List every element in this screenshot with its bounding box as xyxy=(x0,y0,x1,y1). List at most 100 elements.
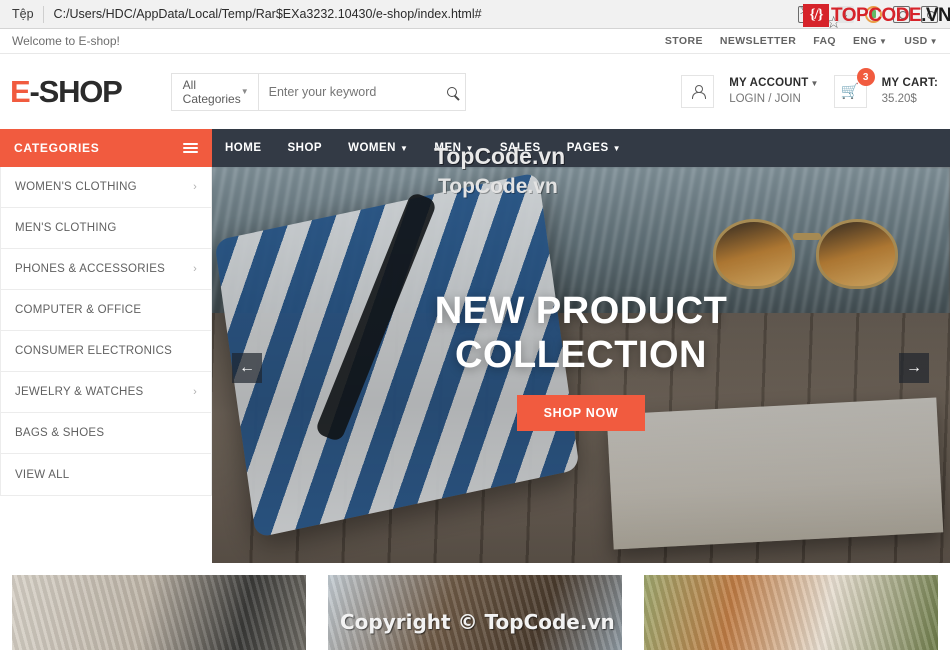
sidebar-item-label: COMPUTER & OFFICE xyxy=(15,304,142,316)
product-tile-leather-bag[interactable] xyxy=(644,575,938,650)
shop-now-button[interactable]: SHOP NOW xyxy=(516,395,646,431)
slider-next-arrow[interactable]: → xyxy=(899,353,929,383)
nav-item-pages[interactable]: PAGES ▼ xyxy=(567,142,621,154)
welcome-message: Welcome to E-shop! xyxy=(12,34,120,48)
topbar-link-newsletter-label: NEWSLETTER xyxy=(719,35,797,47)
topcode-mark-icon: {/} xyxy=(803,4,829,27)
hero-caption: NEW PRODUCT COLLECTION SHOP NOW xyxy=(212,289,950,431)
cart-count-badge: 3 xyxy=(856,68,875,86)
sidebar-item-view-all[interactable]: VIEW ALL xyxy=(1,454,211,495)
nav-item-label: PAGES xyxy=(566,142,609,154)
search-input[interactable] xyxy=(258,73,440,110)
sidebar-item-label: WOMEN'S CLOTHING xyxy=(15,181,137,193)
browser-toolbar: Tệp C:/Users/HDC/AppData/Local/Temp/Rar$… xyxy=(0,0,950,29)
sidebar-item-label: BAGS & SHOES xyxy=(15,427,105,439)
search-button[interactable] xyxy=(440,74,465,110)
hero-title-line2: COLLECTION xyxy=(455,334,707,376)
categories-header[interactable]: CATEGORIES xyxy=(0,129,212,167)
hamburger-menu-icon[interactable] xyxy=(183,140,198,156)
sidebar-item-computer-office[interactable]: COMPUTER & OFFICE xyxy=(1,290,211,331)
search-category-label: All Categories xyxy=(182,77,241,106)
header-actions: MY ACCOUNT ▼ LOGIN / JOIN 🛒 3 MY CART: 35… xyxy=(681,68,938,108)
currency-label: USD xyxy=(904,35,928,47)
user-icon xyxy=(691,85,706,99)
sidebar-item-jewelry-watches[interactable]: JEWELRY & WATCHES › xyxy=(1,372,211,413)
utility-topbar: Welcome to E-shop! STORE NEWSLETTER FAQ … xyxy=(0,29,950,54)
categories-sidebar: CATEGORIES WOMEN'S CLOTHING › MEN'S CLOTH… xyxy=(0,129,212,563)
logo-text-rest: -SHOP xyxy=(29,73,122,109)
topbar-links: STORE NEWSLETTER FAQ ENG ▼ USD ▼ xyxy=(665,35,938,47)
site-logo[interactable]: E-SHOP xyxy=(10,73,123,110)
chevron-right-icon: › xyxy=(193,181,197,193)
nav-item-label: HOME xyxy=(225,142,262,154)
content-column: HOME SHOP WOMEN ▼ MEN ▼ SALES PAGES ▼ NEW P… xyxy=(212,129,950,563)
cart-total: 35.20$ xyxy=(881,92,917,105)
sidebar-item-womens-clothing[interactable]: WOMEN'S CLOTHING › xyxy=(1,167,211,208)
nav-item-label: SALES xyxy=(499,142,541,154)
account-title-label: MY ACCOUNT xyxy=(729,76,809,89)
categories-list: WOMEN'S CLOTHING › MEN'S CLOTHING PHONES … xyxy=(0,167,212,496)
nav-item-shop[interactable]: SHOP xyxy=(288,142,323,154)
chevron-down-icon: ▼ xyxy=(465,143,474,153)
sidebar-item-label: VIEW ALL xyxy=(15,468,70,481)
account-title: MY ACCOUNT ▼ xyxy=(729,76,818,92)
topbar-link-faq[interactable]: FAQ xyxy=(813,35,836,47)
nav-item-home[interactable]: HOME xyxy=(225,142,262,154)
product-image xyxy=(644,575,938,650)
sidebar-item-label: JEWELRY & WATCHES xyxy=(15,386,144,398)
chevron-right-icon: › xyxy=(193,263,197,275)
topcode-watermark-logo: {/} TOPCODE.VN xyxy=(803,4,950,27)
cart-title: MY CART: xyxy=(881,76,938,89)
currency-selector[interactable]: USD ▼ xyxy=(904,35,938,47)
product-tile-denim-outfit[interactable] xyxy=(328,575,622,650)
slider-prev-arrow[interactable]: ← xyxy=(232,353,262,383)
sidebar-item-label: PHONES & ACCESSORIES xyxy=(15,263,166,275)
topbar-link-newsletter[interactable]: NEWSLETTER xyxy=(720,35,796,47)
chevron-down-icon: ▼ xyxy=(240,87,249,96)
cart-icon-button[interactable]: 🛒 3 xyxy=(833,68,875,108)
toolbar-divider xyxy=(42,5,44,23)
account-icon-button[interactable] xyxy=(681,75,715,108)
chevron-down-icon: ▼ xyxy=(810,78,819,88)
sidebar-item-label: CONSUMER ELECTRONICS xyxy=(15,345,173,357)
sidebar-item-bags-shoes[interactable]: BAGS & SHOES xyxy=(1,413,211,454)
product-tile-row xyxy=(0,563,950,650)
chevron-down-icon: ▼ xyxy=(929,37,938,46)
topcode-wordmark: TOPCODE.VN xyxy=(829,4,950,27)
chevron-down-icon: ▼ xyxy=(612,143,622,153)
topcode-word-red: TOPCODE xyxy=(831,5,922,26)
product-tile-knit-sweater[interactable] xyxy=(12,575,306,650)
account-block[interactable]: MY ACCOUNT ▼ LOGIN / JOIN xyxy=(729,76,818,107)
nav-item-men[interactable]: MEN ▼ xyxy=(434,142,473,154)
topbar-link-store[interactable]: STORE xyxy=(665,35,703,47)
nav-item-sales[interactable]: SALES xyxy=(500,142,541,154)
sidebar-item-phones-accessories[interactable]: PHONES & ACCESSORIES › xyxy=(1,249,211,290)
chevron-right-icon: › xyxy=(193,386,197,398)
address-bar[interactable]: C:/Users/HDC/AppData/Local/Temp/Rar$EXa3… xyxy=(54,7,798,21)
topbar-link-faq-label: FAQ xyxy=(813,35,836,47)
nav-item-label: WOMEN xyxy=(348,142,396,154)
search-bar: All Categories ▼ xyxy=(170,72,466,111)
nav-item-women[interactable]: WOMEN ▼ xyxy=(348,142,408,154)
search-category-select[interactable]: All Categories ▼ xyxy=(172,73,259,110)
language-selector[interactable]: ENG ▼ xyxy=(853,35,887,47)
hero-slider: NEW PRODUCT COLLECTION SHOP NOW ← → xyxy=(212,167,950,563)
categories-title: CATEGORIES xyxy=(14,141,100,155)
browser-file-menu[interactable]: Tệp xyxy=(6,7,43,21)
logo-letter-e: E xyxy=(10,73,31,109)
main-area: CATEGORIES WOMEN'S CLOTHING › MEN'S CLOTH… xyxy=(0,129,950,563)
nav-item-label: MEN xyxy=(434,142,462,154)
shopping-cart-icon: 🛒 xyxy=(840,83,860,100)
main-navigation: HOME SHOP WOMEN ▼ MEN ▼ SALES PAGES ▼ xyxy=(212,129,950,167)
login-join-link[interactable]: LOGIN / JOIN xyxy=(729,92,818,108)
nav-item-label: SHOP xyxy=(287,142,323,154)
language-label: ENG xyxy=(853,35,877,47)
topbar-link-store-label: STORE xyxy=(664,35,703,47)
sidebar-item-consumer-electronics[interactable]: CONSUMER ELECTRONICS xyxy=(1,331,211,372)
cart-block[interactable]: MY CART: 35.20$ xyxy=(882,76,938,107)
sidebar-item-mens-clothing[interactable]: MEN'S CLOTHING xyxy=(1,208,211,249)
topcode-word-dark: .VN xyxy=(921,5,950,26)
sidebar-item-label: MEN'S CLOTHING xyxy=(15,222,117,234)
hero-title-line1: NEW PRODUCT xyxy=(434,290,728,332)
chevron-down-icon: ▼ xyxy=(399,143,409,153)
